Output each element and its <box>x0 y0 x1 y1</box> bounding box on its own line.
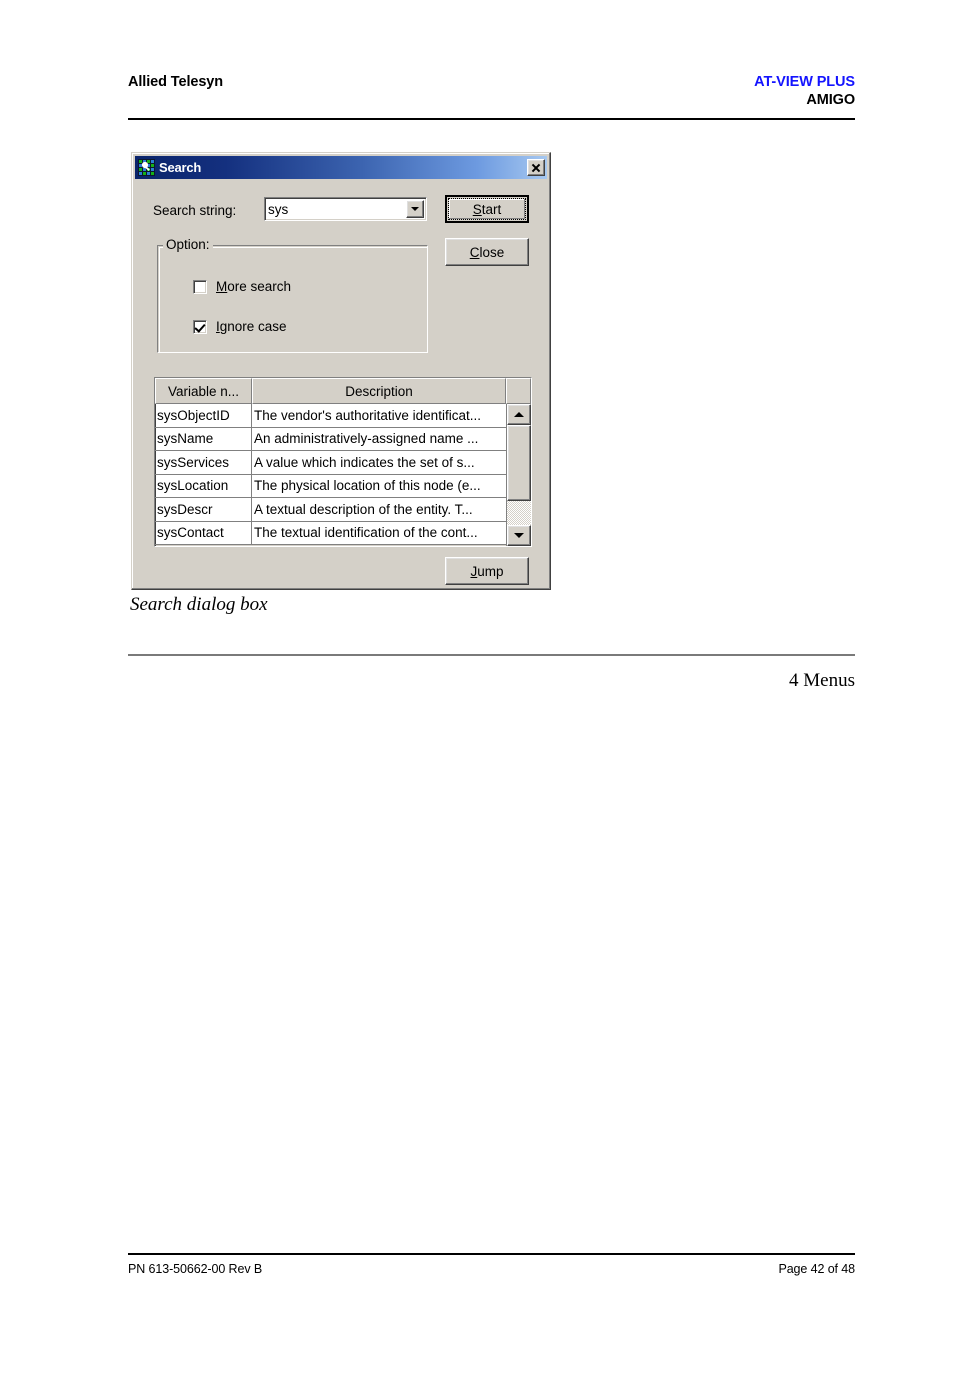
jump-button-accelerator: J <box>470 563 478 579</box>
page-footer: PN 613-50662-00 Rev B Page 42 of 48 <box>128 1262 855 1276</box>
scrollbar-track[interactable] <box>507 425 531 525</box>
footer-divider <box>128 1253 855 1255</box>
dialog-title: Search <box>159 160 202 175</box>
more-search-label-rest: ore search <box>227 279 292 294</box>
page-header: Allied Telesyn AT-VIEW PLUS AMIGO <box>128 74 855 108</box>
dialog-client-area: Search string: sys Start Close Jump Opti… <box>135 179 547 586</box>
header-divider <box>128 118 855 120</box>
checkbox-more-search-box[interactable] <box>193 279 207 294</box>
close-button-label-rest: lose <box>479 244 505 260</box>
checkbox-ignore-case-box[interactable] <box>193 319 207 334</box>
checkbox-ignore-case-label: Ignore case <box>216 319 287 334</box>
close-button-accelerator: C <box>469 244 480 260</box>
header-company-name: Allied Telesyn <box>128 74 224 90</box>
figure-caption: Search dialog box <box>130 594 268 615</box>
header-product-subtitle: AMIGO <box>806 92 855 108</box>
footer-part-number: PN 613-50662-00 Rev B <box>128 1262 263 1276</box>
checkbox-ignore-case[interactable]: Ignore case <box>193 319 287 334</box>
dialog-titlebar[interactable]: Search <box>135 156 547 179</box>
results-listbox[interactable]: Variable n... Description sysObjectID Th… <box>154 377 532 547</box>
search-string-input[interactable]: sys <box>264 197 427 221</box>
section-label: 4 Menus <box>789 670 855 691</box>
table-row[interactable]: sysLocation The physical location of thi… <box>155 474 506 498</box>
table-row[interactable]: sysName An administratively-assigned nam… <box>155 427 506 451</box>
column-header-stub <box>506 378 531 404</box>
more-search-accelerator: M <box>216 279 228 294</box>
jump-button[interactable]: Jump <box>445 557 529 585</box>
checkbox-more-search-label: More search <box>216 279 291 294</box>
cell-variable: sysLocation <box>155 474 252 498</box>
jump-button-label-rest: ump <box>477 563 504 579</box>
cell-variable: sysServices <box>155 451 252 475</box>
option-groupbox-legend: Option: <box>163 237 213 252</box>
close-icon[interactable] <box>527 159 545 176</box>
table-row[interactable]: sysContact The textual identification of… <box>155 521 506 545</box>
cell-description: A textual description of the entity. T..… <box>252 498 506 522</box>
footer-page-number: Page 42 of 48 <box>778 1262 855 1276</box>
search-string-value[interactable]: sys <box>265 202 406 217</box>
results-rows: sysObjectID The vendor's authoritative i… <box>155 404 506 546</box>
section-divider <box>128 654 855 656</box>
cell-variable: sysDescr <box>155 498 252 522</box>
cell-description: A value which indicates the set of s... <box>252 451 506 475</box>
table-row[interactable]: sysObjectID The vendor's authoritative i… <box>155 404 506 428</box>
results-table-header: Variable n... Description <box>155 378 531 404</box>
cell-description: The vendor's authoritative identificat..… <box>252 404 506 428</box>
search-grid-icon <box>138 159 155 176</box>
table-row[interactable]: sysServices A value which indicates the … <box>155 451 506 475</box>
cell-variable: sysName <box>155 427 252 451</box>
scrollbar-thumb[interactable] <box>507 425 531 501</box>
results-rows-area: sysObjectID The vendor's authoritative i… <box>155 404 531 546</box>
checkbox-more-search[interactable]: More search <box>193 279 291 294</box>
table-row[interactable]: sysDescr A textual description of the en… <box>155 498 506 522</box>
search-dialog-window: Search Search string: sys Start Close Ju… <box>131 152 551 590</box>
search-string-label: Search string: <box>153 203 237 218</box>
chevron-down-icon[interactable] <box>406 200 424 218</box>
cell-description: The textual identification of the cont..… <box>252 522 506 545</box>
cell-description: The physical location of this node (e... <box>252 475 506 498</box>
header-product-name: AT-VIEW PLUS <box>754 74 855 90</box>
cell-description: An administratively-assigned name ... <box>252 428 506 451</box>
cell-variable: sysObjectID <box>155 404 252 428</box>
start-button-label-rest: tart <box>481 201 502 217</box>
column-header-description[interactable]: Description <box>252 378 506 404</box>
cell-variable: sysContact <box>155 521 252 545</box>
start-button[interactable]: Start <box>445 195 529 223</box>
close-button[interactable]: Close <box>445 238 529 266</box>
results-vertical-scrollbar[interactable] <box>506 404 531 546</box>
ignore-case-label-rest: gnore case <box>219 319 287 334</box>
start-button-accelerator: S <box>472 201 482 217</box>
option-groupbox <box>157 245 428 353</box>
scroll-up-arrow-icon[interactable] <box>507 404 531 425</box>
column-header-variable-name[interactable]: Variable n... <box>155 378 252 404</box>
scroll-down-arrow-icon[interactable] <box>507 525 531 546</box>
